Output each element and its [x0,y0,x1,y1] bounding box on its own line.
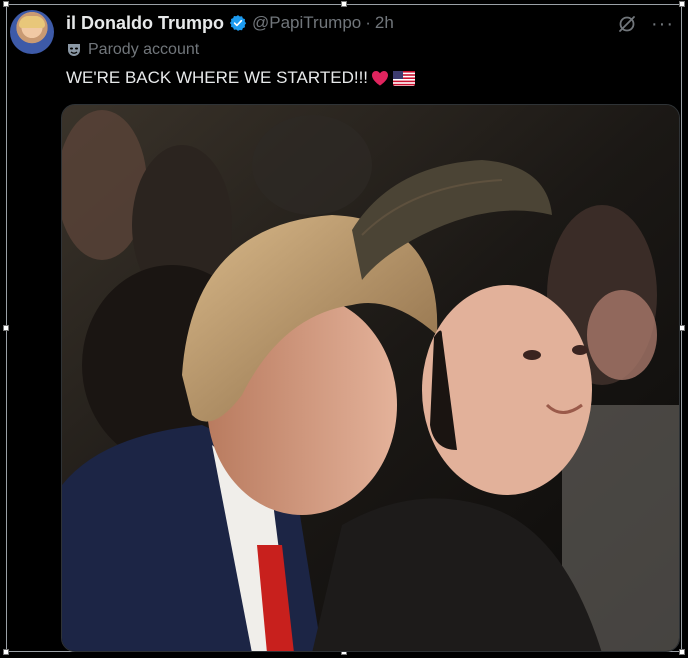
display-name[interactable]: il Donaldo Trumpo [66,13,224,34]
tweet[interactable]: il Donaldo Trumpo @PapiTrumpo · 2h Parod… [8,6,680,652]
avatar[interactable] [10,10,54,54]
tweet-text: WE'RE BACK WHERE WE STARTED!!! [66,68,416,88]
tweet-photo[interactable] [61,104,680,652]
parody-account-label: Parody account [66,40,199,60]
us-flag-emoji [393,70,416,86]
photo-illustration [62,105,679,651]
more-options-icon[interactable]: ··· [651,14,674,34]
grok-icon[interactable] [617,14,637,34]
parody-mask-icon [68,44,80,56]
parody-label-text: Parody account [88,41,200,58]
verified-badge-icon [229,15,247,31]
avatar-hair [19,16,45,28]
tweet-text-content: WE'RE BACK WHERE WE STARTED!!! [66,68,369,87]
red-heart-emoji [372,71,389,86]
separator-dot: · [365,13,371,32]
timestamp[interactable]: 2h [375,13,394,33]
tweet-header: il Donaldo Trumpo @PapiTrumpo · 2h [66,12,394,34]
user-handle[interactable]: @PapiTrumpo [252,13,361,33]
tweet-top-actions: ··· [617,14,674,34]
